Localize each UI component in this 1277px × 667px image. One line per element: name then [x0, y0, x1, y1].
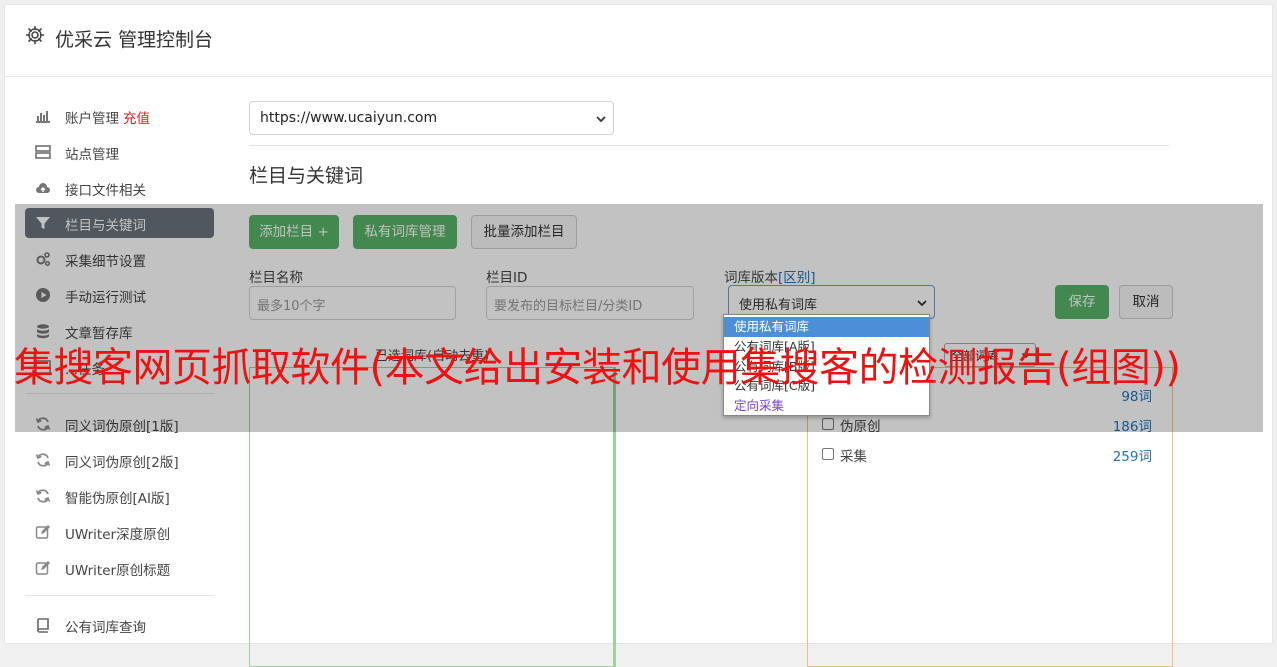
- console-window: 优采云 管理控制台 账户管理 充值 站点管理 接口文件相关 栏目与关键词 采集细节…: [4, 4, 1273, 667]
- site-select-value: https://www.ucaiyun.com: [260, 110, 438, 126]
- edit-icon: [35, 525, 50, 539]
- cogs-icon: [36, 252, 51, 267]
- sidebar-item-columns-keywords[interactable]: 栏目与关键词: [25, 208, 214, 238]
- refresh-icon: [35, 453, 51, 467]
- sidebar-item-label: 同义词伪原创[2版]: [65, 455, 179, 471]
- private-lib-button[interactable]: 私有词库管理: [353, 215, 457, 249]
- column-name-label: 栏目名称: [249, 270, 303, 286]
- dropdown-option[interactable]: 使用私有词库: [724, 317, 929, 337]
- bar-chart-icon: [36, 111, 50, 123]
- panel-divider: [614, 367, 616, 667]
- lib-version-label-text: 词库版本: [724, 270, 778, 286]
- selected-libs-panel: [249, 367, 614, 667]
- sidebar-item-label: 账户管理: [65, 111, 119, 127]
- lib-version-diff-link[interactable]: [区别]: [778, 270, 816, 286]
- divider: [249, 145, 1169, 146]
- column-name-input[interactable]: 最多10个字: [249, 286, 456, 320]
- server-icon: [35, 145, 51, 159]
- play-circle-icon: [36, 288, 50, 302]
- cancel-button[interactable]: 取消: [1119, 285, 1173, 319]
- banner-title: 集搜客网页抓取软件(本文给出安装和使用集搜客的检测报告(组图)): [14, 345, 1181, 391]
- sidebar-item-label: 采集细节设置: [65, 254, 146, 270]
- chevron-down-icon: [917, 300, 927, 307]
- cloud-upload-icon: [36, 183, 50, 193]
- sidebar-item-ai-rewrite[interactable]: 智能伪原创[AI版]: [25, 481, 214, 511]
- column-id-placeholder: 要发布的目标栏目/分类ID: [494, 299, 643, 314]
- sidebar-item-synonym-v2[interactable]: 同义词伪原创[2版]: [25, 445, 214, 475]
- book-icon: [37, 618, 49, 633]
- lib-name: 采集: [840, 449, 867, 465]
- sidebar-item-manual-run[interactable]: 手动运行测试: [25, 280, 214, 310]
- lib-count: 259词: [1112, 449, 1152, 465]
- lib-name: 伪原创: [840, 419, 881, 435]
- sidebar-item-api-files[interactable]: 接口文件相关: [25, 173, 214, 203]
- refresh-icon: [35, 489, 51, 503]
- lib-checkbox[interactable]: [822, 418, 834, 430]
- list-item[interactable]: 伪原创 186词: [822, 414, 1152, 436]
- gear-icon: [25, 25, 45, 45]
- dropdown-option[interactable]: 定向采集: [724, 396, 929, 416]
- sidebar-item-label: UWriter原创标题: [65, 563, 171, 579]
- sidebar-item-label: 文章暂存库: [65, 326, 133, 342]
- filter-icon: [36, 217, 50, 229]
- lib-checkbox[interactable]: [822, 448, 834, 460]
- column-id-input[interactable]: 要发布的目标栏目/分类ID: [486, 286, 694, 320]
- edit-icon: [35, 561, 50, 575]
- batch-add-button[interactable]: 批量添加栏目: [471, 215, 577, 249]
- sidebar-item-label: 接口文件相关: [65, 183, 146, 199]
- section-title: 栏目与关键词: [249, 165, 364, 187]
- column-id-label: 栏目ID: [486, 270, 528, 286]
- sidebar-item-label: 公有词库查询: [65, 620, 146, 636]
- sidebar-item-sites[interactable]: 站点管理: [25, 137, 214, 167]
- column-name-placeholder: 最多10个字: [257, 299, 326, 314]
- chevron-down-icon: [596, 116, 606, 123]
- sidebar-item-uwriter-deep[interactable]: UWriter深度原创: [25, 517, 214, 547]
- lib-version-select-value: 使用私有词库: [739, 298, 818, 313]
- lib-version-label: 词库版本[区别]: [724, 266, 816, 286]
- sidebar-item-synonym-v1[interactable]: 同义词伪原创[1版]: [25, 409, 214, 439]
- top-bar: 优采云 管理控制台: [5, 5, 1272, 77]
- sidebar-item-label: UWriter深度原创: [65, 527, 171, 543]
- sidebar-item-label: 智能伪原创[AI版]: [65, 491, 170, 507]
- sidebar-item-label: 站点管理: [65, 147, 119, 163]
- list-item[interactable]: 采集 259词: [822, 444, 1152, 466]
- lib-count: 186词: [1112, 419, 1152, 435]
- app-title: 优采云 管理控制台: [55, 29, 214, 51]
- site-select[interactable]: https://www.ucaiyun.com: [249, 101, 614, 135]
- refresh-icon: [35, 417, 51, 431]
- sidebar-item-account[interactable]: 账户管理 充值: [25, 101, 214, 131]
- sidebar-divider: [25, 595, 214, 596]
- recharge-link[interactable]: 充值: [123, 111, 150, 127]
- save-button[interactable]: 保存: [1055, 285, 1109, 319]
- add-column-button[interactable]: 添加栏目 +: [249, 215, 339, 249]
- sidebar-item-uwriter-title[interactable]: UWriter原创标题: [25, 553, 214, 583]
- sidebar-item-label: 手动运行测试: [65, 290, 146, 306]
- sidebar-item-label: 栏目与关键词: [65, 218, 146, 234]
- sidebar-item-collect-settings[interactable]: 采集细节设置: [25, 244, 214, 274]
- sidebar-item-label: 同义词伪原创[1版]: [65, 419, 179, 435]
- database-icon: [37, 324, 49, 339]
